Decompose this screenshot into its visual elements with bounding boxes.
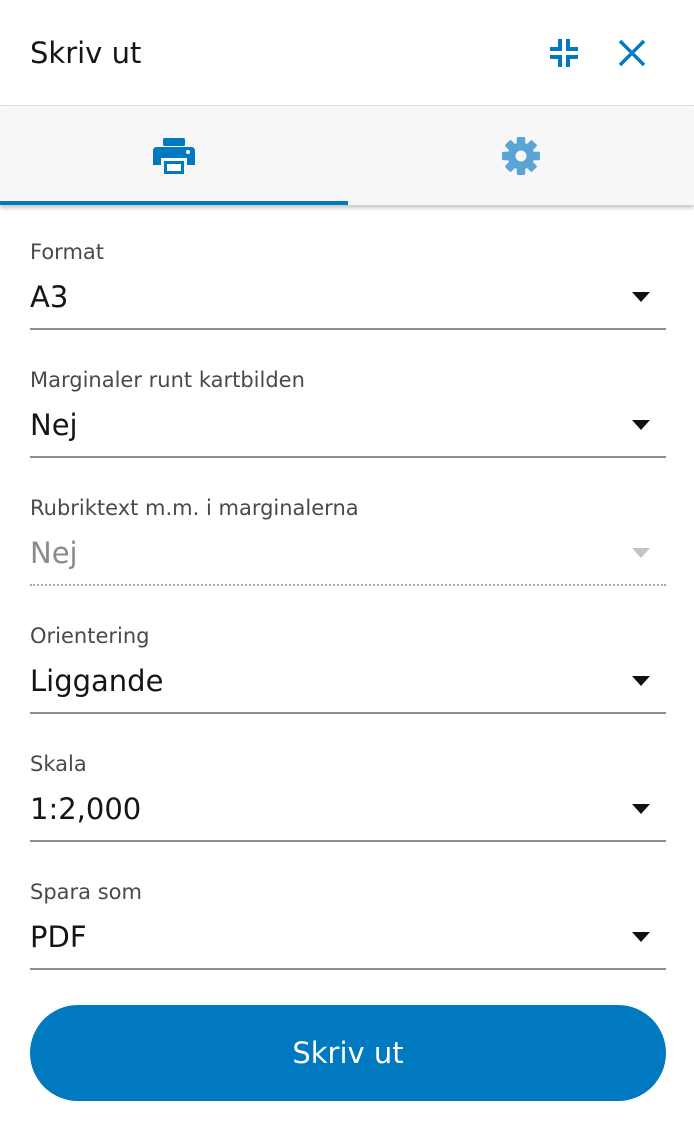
margins-label: Marginaler runt kartbilden <box>30 368 305 392</box>
collapse-button[interactable] <box>542 31 586 75</box>
format-value: A3 <box>30 280 69 314</box>
format-field: Format A3 <box>30 238 666 330</box>
panel-header: Skriv ut <box>0 0 694 106</box>
chevron-down-icon <box>632 292 650 302</box>
tab-settings[interactable] <box>347 107 694 205</box>
scale-label: Skala <box>30 752 87 776</box>
printer-icon <box>152 138 195 174</box>
chevron-down-icon <box>632 548 650 558</box>
close-icon <box>618 39 646 67</box>
margin-text-select: Nej <box>30 530 666 586</box>
scale-value: 1:2,000 <box>30 792 142 826</box>
save-as-label: Spara som <box>30 880 142 904</box>
tab-bar <box>0 107 694 205</box>
margins-value: Nej <box>30 408 78 442</box>
print-panel: Skriv ut Format A3 Marginaler runt kartb… <box>0 0 694 1128</box>
tab-print[interactable] <box>0 107 347 205</box>
orientation-field: Orientering Liggande <box>30 622 666 714</box>
margin-text-label: Rubriktext m.m. i marginalerna <box>30 496 359 520</box>
format-select[interactable]: A3 <box>30 274 666 330</box>
margins-field: Marginaler runt kartbilden Nej <box>30 366 666 458</box>
save-as-select[interactable]: PDF <box>30 914 666 970</box>
format-label: Format <box>30 240 105 264</box>
close-button[interactable] <box>610 31 654 75</box>
scale-select[interactable]: 1:2,000 <box>30 786 666 842</box>
save-as-value: PDF <box>30 920 87 954</box>
orientation-select[interactable]: Liggande <box>30 658 666 714</box>
scale-field: Skala 1:2,000 <box>30 750 666 842</box>
chevron-down-icon <box>632 420 650 430</box>
panel-title: Skriv ut <box>30 36 142 70</box>
chevron-down-icon <box>632 676 650 686</box>
margin-text-value: Nej <box>30 536 78 570</box>
chevron-down-icon <box>632 804 650 814</box>
chevron-down-icon <box>632 932 650 942</box>
collapse-icon <box>550 39 578 67</box>
gear-icon <box>501 137 540 175</box>
orientation-value: Liggande <box>30 664 164 698</box>
active-tab-indicator <box>0 201 348 205</box>
margins-select[interactable]: Nej <box>30 402 666 458</box>
orientation-label: Orientering <box>30 624 150 648</box>
save-as-field: Spara som PDF <box>30 878 666 970</box>
margin-text-field: Rubriktext m.m. i marginalerna Nej <box>30 494 666 586</box>
print-button[interactable]: Skriv ut <box>30 1005 666 1101</box>
